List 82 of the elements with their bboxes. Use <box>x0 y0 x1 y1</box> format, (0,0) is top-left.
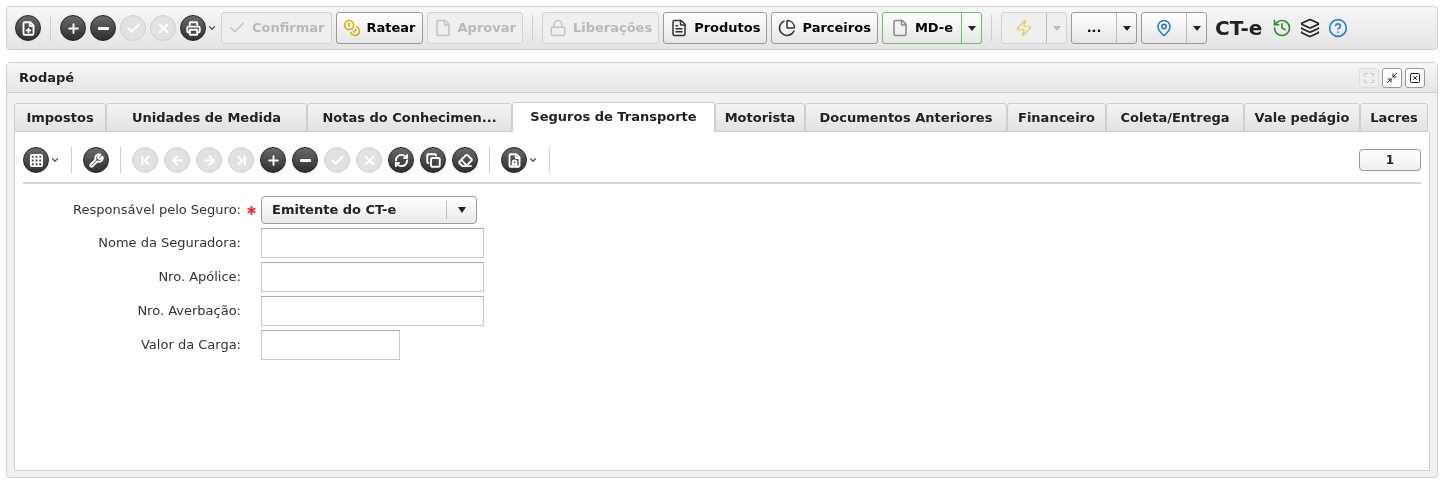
wrench-icon <box>88 152 104 168</box>
field-label: Nro. Averbação: <box>136 302 241 321</box>
next-icon <box>201 152 217 168</box>
map-pin-icon <box>1155 19 1174 37</box>
tab[interactable]: Motorista <box>715 103 805 132</box>
tab[interactable]: Unidades de Medida <box>106 103 307 132</box>
button-label: MD-e <box>914 19 954 38</box>
tab[interactable]: Financeiro <box>1007 103 1106 132</box>
grid-button[interactable] <box>23 147 60 173</box>
remove-button[interactable] <box>292 147 318 173</box>
refresh-icon <box>393 152 409 168</box>
eraser-icon <box>457 152 473 168</box>
lock-icon <box>548 19 567 37</box>
maximize-icon <box>1363 71 1375 84</box>
field-label: Nro. Apólice: <box>157 268 241 287</box>
caret-icon <box>1122 25 1131 31</box>
add-button[interactable] <box>260 147 286 173</box>
document-icon <box>890 19 909 37</box>
new-file-icon <box>20 20 36 36</box>
refresh-button[interactable] <box>388 147 414 173</box>
caret-icon <box>457 207 466 213</box>
input-field[interactable] <box>261 262 484 292</box>
close-icon <box>1409 71 1421 84</box>
previous-icon <box>169 152 185 168</box>
panel-title: Rodapé <box>19 68 76 87</box>
close-button[interactable] <box>1405 67 1425 88</box>
input-field[interactable] <box>261 228 484 258</box>
coins-icon <box>342 19 361 37</box>
wrench-button[interactable] <box>83 147 109 173</box>
remove-icon <box>299 158 311 162</box>
input-field[interactable] <box>261 330 400 360</box>
tab[interactable]: Coleta/Entrega <box>1106 103 1244 132</box>
restore-icon <box>1386 71 1398 84</box>
add-button[interactable] <box>60 15 86 41</box>
pie-chart-icon <box>778 19 797 37</box>
history-button[interactable] <box>1272 18 1293 38</box>
eraser-button[interactable] <box>452 147 478 173</box>
caret-icon <box>207 23 217 33</box>
tab[interactable]: Notas do Conhecimen... <box>307 103 512 132</box>
printer-icon <box>185 20 201 36</box>
tab[interactable]: Seguros de Transporte <box>512 102 715 132</box>
input-field[interactable] <box>261 296 484 326</box>
caret-icon <box>1052 25 1061 31</box>
page-number: 1 <box>1359 149 1421 171</box>
toolbar-button[interactable]: Ratear <box>335 12 423 44</box>
field-label: Valor da Carga: <box>140 336 241 355</box>
caret-icon <box>50 155 60 165</box>
tab[interactable]: Impostos <box>14 103 106 132</box>
tab[interactable]: Vale pedágio <box>1244 103 1360 132</box>
module-title: CT-e <box>1215 15 1263 42</box>
split-button[interactable] <box>1141 12 1208 44</box>
document-icon <box>670 19 689 37</box>
document-user-icon <box>506 152 522 168</box>
document-user-button[interactable] <box>501 147 538 173</box>
add-icon <box>65 20 81 36</box>
document-icon <box>433 19 452 37</box>
caret-icon <box>1192 25 1201 31</box>
split-button[interactable]: MD-e <box>881 12 983 44</box>
tab[interactable]: Lacres <box>1360 103 1428 132</box>
caret-icon <box>967 25 976 31</box>
required-icon <box>246 205 256 215</box>
lightning-icon <box>1015 19 1034 37</box>
remove-button[interactable] <box>90 15 116 41</box>
select-field[interactable]: Emitente do CT-e <box>261 196 477 224</box>
help-button[interactable] <box>1328 18 1349 38</box>
help-icon <box>1328 18 1349 38</box>
split-button[interactable]: ... <box>1071 12 1138 44</box>
tab[interactable]: Documentos Anteriores <box>805 103 1007 132</box>
toolbar-button[interactable]: Produtos <box>663 12 768 44</box>
history-icon <box>1272 18 1293 38</box>
new-file-button[interactable] <box>15 15 41 41</box>
copy-button[interactable] <box>420 147 446 173</box>
button-label: ... <box>1086 19 1102 38</box>
toolbar-button[interactable]: Parceiros <box>771 12 878 44</box>
remove-icon <box>97 26 109 30</box>
copy-icon <box>425 152 441 168</box>
printer-button[interactable] <box>180 15 217 41</box>
field-label: Responsável pelo Seguro: <box>72 201 241 220</box>
grid-icon <box>28 152 44 168</box>
add-icon <box>265 152 281 168</box>
caret-icon <box>528 155 538 165</box>
field-label: Nome da Seguradora: <box>97 234 241 253</box>
